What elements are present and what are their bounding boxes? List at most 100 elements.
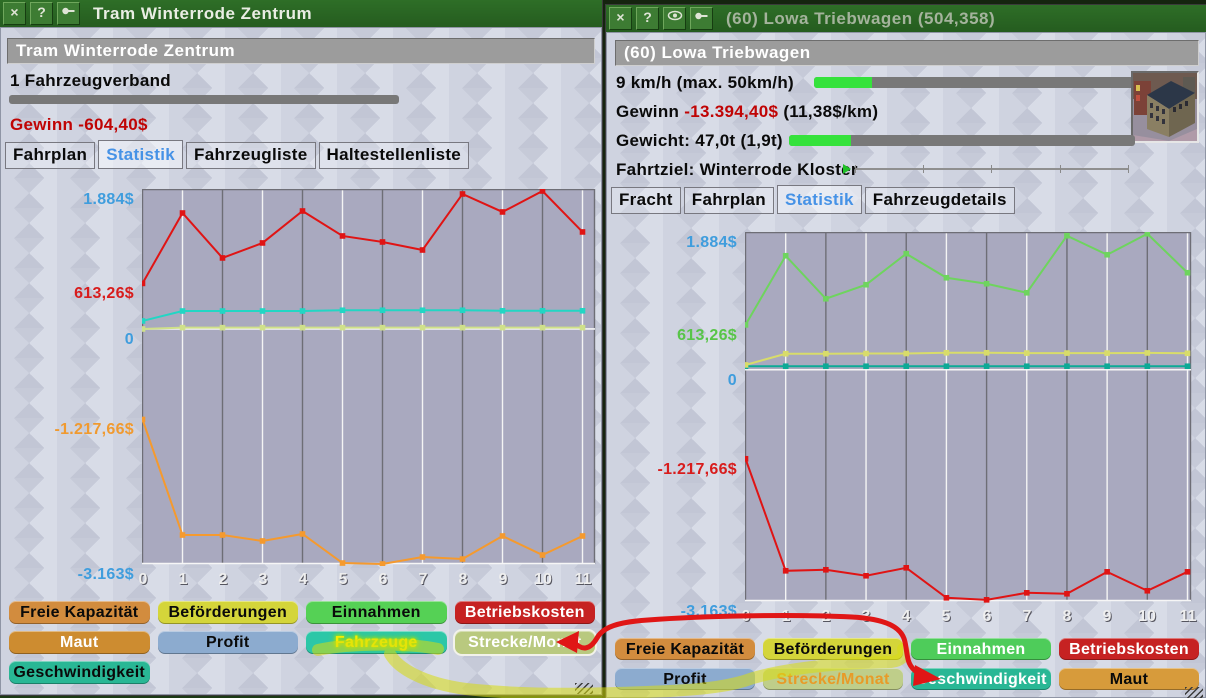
x-axis-label: 5 — [928, 608, 964, 626]
line-profit-row: Gewinn -604,40$ — [10, 115, 148, 135]
chart-button-strecke-monat[interactable]: Strecke/Monat — [763, 668, 903, 690]
route-position-marker — [843, 164, 851, 174]
weight-bar — [789, 135, 1135, 146]
chart-button-freie-kapazitaet[interactable]: Freie Kapazität — [9, 601, 150, 624]
chart-button-strecke-monat[interactable]: Strecke/Monat — [455, 631, 596, 654]
close-icon[interactable]: × — [609, 7, 632, 30]
chart-button-fahrzeuge[interactable]: Fahrzeuge — [306, 631, 447, 654]
x-axis-label: 2 — [205, 571, 241, 589]
chart-button-maut[interactable]: Maut — [9, 631, 150, 654]
tab-fahrzeugdetails[interactable]: Fahrzeugdetails — [865, 187, 1015, 214]
y-axis-label: -1.217,66$ — [1, 421, 134, 439]
x-axis-label: 5 — [325, 571, 361, 589]
line-tabs: Fahrplan Statistik Fahrzeugliste Haltest… — [5, 140, 472, 169]
tab-statistik[interactable]: Statistik — [98, 140, 183, 169]
x-axis-label: 2 — [808, 608, 844, 626]
track-tick — [855, 165, 856, 173]
x-axis-label: 6 — [365, 571, 401, 589]
profit-label: Gewinn — [10, 115, 73, 134]
y-axis-label: -3.163$ — [607, 603, 737, 621]
x-axis-label: 4 — [285, 571, 321, 589]
speed-label: 9 km/h (max. 50km/h) — [616, 73, 794, 93]
speed-bar — [814, 77, 1135, 88]
help-icon[interactable]: ? — [636, 7, 659, 30]
chart-button-profit[interactable]: Profit — [615, 668, 755, 690]
x-axis-label: 0 — [125, 571, 161, 589]
profit-value: -13.394,40$ — [684, 102, 778, 121]
x-axis-label: 9 — [1089, 608, 1125, 626]
x-axis-label: 10 — [1129, 608, 1165, 626]
track-tick — [1128, 165, 1129, 173]
x-axis-label: 11 — [1170, 608, 1206, 626]
track-tick — [991, 165, 992, 173]
convoy-window-titlebar[interactable]: × ? (60) Lowa Triebwagen (504,358) — [606, 5, 1206, 32]
y-axis-label: 613,26$ — [1, 285, 134, 303]
x-axis-label: 1 — [165, 571, 201, 589]
pin-icon[interactable] — [57, 2, 80, 25]
follow-eye-icon[interactable] — [663, 7, 686, 30]
resize-handle[interactable] — [575, 683, 593, 694]
x-axis-label: 9 — [485, 571, 521, 589]
speed-bar-fill — [814, 77, 872, 88]
profit-value: -604,40$ — [78, 115, 148, 134]
line-name-input[interactable] — [7, 38, 595, 64]
route-progress-track — [855, 168, 1129, 170]
destination-label: Fahrtziel: Winterrode Kloster — [616, 160, 858, 180]
chart-button-einnahmen[interactable]: Einnahmen — [306, 601, 447, 624]
window-title: (60) Lowa Triebwagen (504,358) — [726, 9, 995, 29]
tab-fahrplan[interactable]: Fahrplan — [5, 142, 95, 169]
resize-handle[interactable] — [1185, 687, 1203, 698]
x-axis-label: 1 — [768, 608, 804, 626]
close-icon[interactable]: × — [3, 2, 26, 25]
chart-button-maut[interactable]: Maut — [1059, 668, 1199, 690]
chart-plot — [142, 189, 597, 566]
chart-button-geschwindigkeit[interactable]: Geschwindigkeit — [911, 668, 1051, 690]
line-statistics-chart: 1.884$613,26$0-1.217,66$-3.163$012345678… — [1, 186, 603, 598]
y-axis-label: 1.884$ — [607, 234, 737, 252]
tab-haltestellenliste[interactable]: Haltestellenliste — [319, 142, 470, 169]
tab-statistik[interactable]: Statistik — [777, 185, 862, 214]
convoy-statistics-chart: 1.884$613,26$0-1.217,66$-3.163$012345678… — [607, 232, 1206, 642]
chart-button-geschwindigkeit[interactable]: Geschwindigkeit — [9, 661, 150, 684]
convoy-profit-row: Gewinn -13.394,40$ (11,38$/km) — [616, 102, 878, 122]
y-axis-label: -3.163$ — [1, 566, 134, 584]
y-axis-label: -1.217,66$ — [607, 461, 737, 479]
y-axis-label: 0 — [607, 372, 737, 390]
line-window-titlebar[interactable]: × ? Tram Winterrode Zentrum — [0, 0, 602, 27]
track-tick — [1060, 165, 1061, 173]
help-icon[interactable]: ? — [30, 2, 53, 25]
x-axis-label: 8 — [445, 571, 481, 589]
tab-fahrzeugliste[interactable]: Fahrzeugliste — [186, 142, 315, 169]
chart-button-einnahmen[interactable]: Einnahmen — [911, 638, 1051, 660]
chart-button-freie-kapazitaet[interactable]: Freie Kapazität — [615, 638, 755, 660]
pin-icon[interactable] — [690, 7, 713, 30]
convoy-window: × ? (60) Lowa Triebwagen (504,358) 9 km/… — [606, 5, 1206, 698]
line-chart-buttons: Freie Kapazität Beförderungen Einnahmen … — [9, 601, 595, 684]
chart-button-betriebskosten[interactable]: Betriebskosten — [455, 601, 596, 624]
window-title: Tram Winterrode Zentrum — [93, 4, 312, 24]
chart-button-befoerderungen[interactable]: Beförderungen — [763, 638, 903, 660]
chart-button-betriebskosten[interactable]: Betriebskosten — [1059, 638, 1199, 660]
x-axis-label: 3 — [245, 571, 281, 589]
x-axis-label: 8 — [1049, 608, 1085, 626]
vehicle-location-preview[interactable] — [1131, 71, 1199, 143]
chart-button-befoerderungen[interactable]: Beförderungen — [158, 601, 299, 624]
city-building-image — [1133, 73, 1197, 141]
profit-label: Gewinn — [616, 102, 679, 121]
convoy-tabs: Fracht Fahrplan Statistik Fahrzeugdetail… — [611, 185, 1018, 214]
line-window-body: 1 Fahrzeugverband Gewinn -604,40$ Fahrpl… — [0, 27, 602, 695]
convoy-name-input[interactable] — [615, 40, 1199, 66]
profit-per-km: (11,38$/km) — [783, 102, 878, 121]
convoy-chart-buttons: Freie Kapazität Beförderungen Einnahmen … — [615, 638, 1199, 690]
x-axis-label: 0 — [728, 608, 764, 626]
y-axis-label: 0 — [1, 331, 134, 349]
tab-fahrplan[interactable]: Fahrplan — [684, 187, 774, 214]
y-axis-label: 613,26$ — [607, 327, 737, 345]
chart-button-profit[interactable]: Profit — [158, 631, 299, 654]
x-axis-label: 6 — [969, 608, 1005, 626]
x-axis-label: 3 — [848, 608, 884, 626]
convoy-count-label: 1 Fahrzeugverband — [10, 71, 171, 91]
convoy-window-body: 9 km/h (max. 50km/h) Gewinn — [606, 32, 1206, 698]
tab-fracht[interactable]: Fracht — [611, 187, 681, 214]
track-tick — [923, 165, 924, 173]
